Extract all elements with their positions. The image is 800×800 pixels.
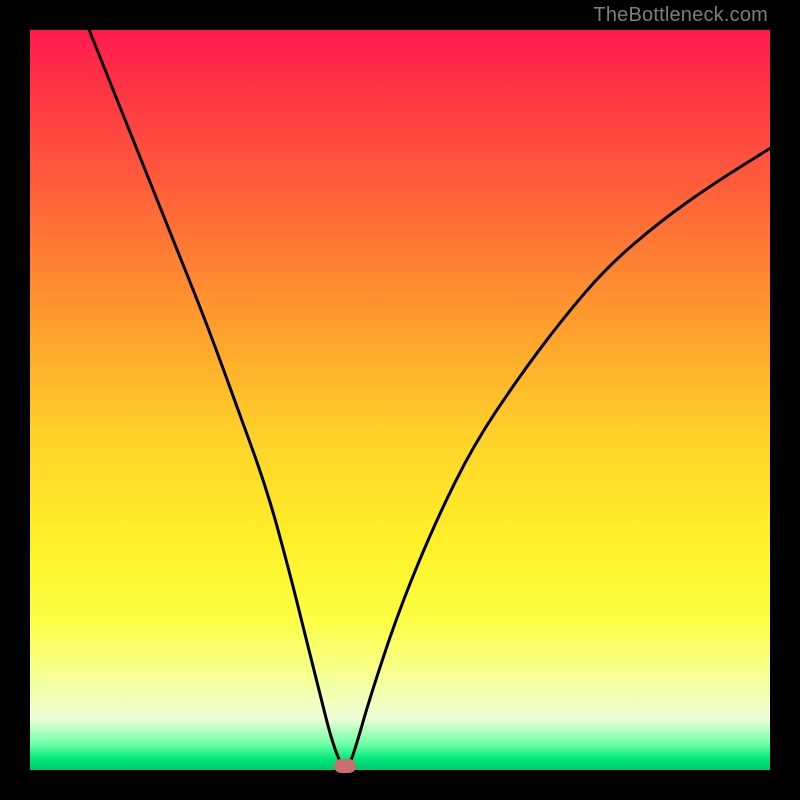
min-marker bbox=[334, 759, 356, 773]
watermark-text: TheBottleneck.com bbox=[593, 4, 768, 27]
chart-frame: TheBottleneck.com bbox=[0, 0, 800, 800]
bottleneck-curve bbox=[30, 30, 770, 770]
curve-path bbox=[89, 30, 770, 768]
